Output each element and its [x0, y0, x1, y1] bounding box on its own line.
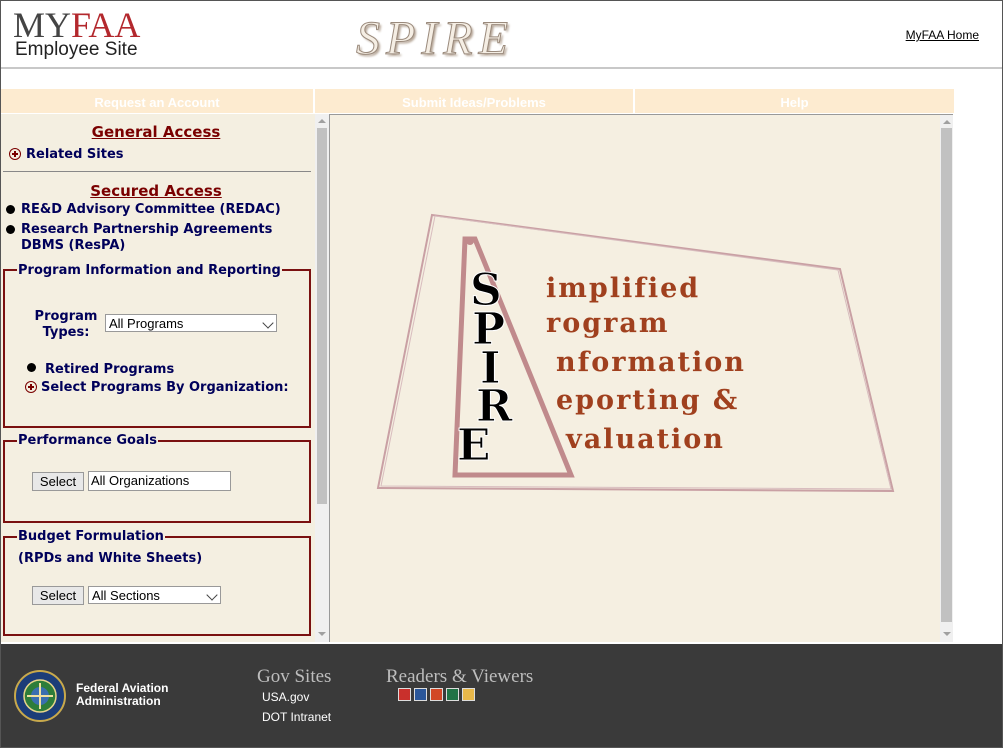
- bullet-icon: [6, 225, 15, 234]
- nav-help[interactable]: Help: [635, 89, 954, 113]
- nav-bar: Request an Account Submit Ideas/Problems…: [1, 88, 954, 113]
- letter-column-dot: [466, 237, 474, 245]
- respa-link[interactable]: Research Partnership Agreements DBMS (Re…: [21, 222, 272, 254]
- excel-icon[interactable]: [446, 688, 459, 701]
- expand-plus-icon[interactable]: [25, 381, 37, 393]
- gov-sites-heading: Gov Sites: [257, 666, 332, 687]
- select-programs-by-org-link[interactable]: Select Programs By Organization:: [41, 380, 289, 396]
- program-types-label: Program Types:: [33, 309, 99, 341]
- pdf-icon[interactable]: [398, 688, 411, 701]
- respa-link-line1: Research Partnership Agreements: [21, 222, 273, 237]
- budget-subtitle: (RPDs and White Sheets): [18, 551, 203, 566]
- performance-organization-field[interactable]: All Organizations: [88, 471, 231, 491]
- budget-formulation-legend: Budget Formulation: [17, 529, 165, 544]
- related-sites-link[interactable]: Related Sites: [26, 147, 124, 163]
- respa-link-line2: DBMS (ResPA): [21, 238, 126, 253]
- program-types-select[interactable]: All Programs: [105, 314, 277, 332]
- faa-agency-name: Federal Aviation Administration: [76, 682, 168, 708]
- spire-word: nformation: [556, 347, 746, 378]
- spire-word: valuation: [565, 424, 725, 455]
- performance-select-button[interactable]: Select: [32, 472, 84, 491]
- program-types-label-line2: Types:: [42, 325, 90, 340]
- spire-word: implified: [546, 273, 700, 304]
- program-types-value: All Programs: [109, 316, 184, 331]
- powerpoint-icon[interactable]: [430, 688, 443, 701]
- program-information-legend: Program Information and Reporting: [17, 263, 282, 278]
- performance-goals-legend: Performance Goals: [17, 433, 158, 448]
- chevron-down-icon: [206, 589, 218, 601]
- general-access-heading: General Access: [91, 123, 221, 141]
- myfaa-home-link[interactable]: MyFAA Home: [906, 28, 979, 42]
- scrollbar-thumb[interactable]: [317, 128, 327, 504]
- expand-plus-icon[interactable]: [9, 148, 21, 160]
- word-icon[interactable]: [414, 688, 427, 701]
- spire-letter: E: [457, 420, 491, 471]
- redac-link[interactable]: RE&D Advisory Committee (REDAC): [21, 202, 281, 218]
- content-pane: S P I R E implified rogram nformation ep…: [330, 115, 940, 642]
- section-divider: [3, 171, 311, 172]
- secured-access-heading: Secured Access: [90, 182, 222, 200]
- nav-request-account[interactable]: Request an Account: [1, 89, 313, 113]
- bullet-icon: [6, 205, 15, 214]
- scroll-up-arrow-icon[interactable]: [943, 120, 951, 124]
- site-header: MYFAA Employee Site SPIRE MyFAA Home: [1, 1, 1002, 67]
- viewer-icon[interactable]: [462, 688, 475, 701]
- budget-select-button[interactable]: Select: [32, 586, 84, 605]
- bullet-icon: [27, 363, 36, 372]
- scrollbar-thumb[interactable]: [941, 128, 952, 622]
- site-footer: Federal Aviation Administration Gov Site…: [1, 644, 1002, 747]
- scroll-down-arrow-icon[interactable]: [318, 632, 326, 636]
- nav-submit-ideas[interactable]: Submit Ideas/Problems: [315, 89, 633, 113]
- spire-word: eporting &: [556, 385, 739, 416]
- retired-programs-link[interactable]: Retired Programs: [45, 362, 174, 378]
- dot-intranet-link[interactable]: DOT Intranet: [262, 710, 331, 724]
- browser-frame: MYFAA Employee Site SPIRE MyFAA Home Req…: [0, 0, 1003, 748]
- program-types-label-line1: Program: [34, 309, 98, 324]
- myfaa-logo[interactable]: MYFAA: [13, 7, 140, 43]
- agency-name-line2: Administration: [76, 694, 161, 708]
- faa-seal-icon: [14, 670, 66, 722]
- program-information-group: [3, 269, 311, 428]
- readers-viewers-heading: Readers & Viewers: [386, 666, 534, 687]
- content-pane-scrollbar[interactable]: [940, 115, 953, 642]
- left-pane-scrollbar[interactable]: [315, 114, 329, 642]
- scroll-up-arrow-icon[interactable]: [318, 119, 326, 123]
- spire-acronym-graphic: S P I R E implified rogram nformation ep…: [376, 213, 895, 493]
- scroll-down-arrow-icon[interactable]: [943, 632, 951, 636]
- usa-gov-link[interactable]: USA.gov: [262, 690, 309, 704]
- header-divider: [1, 67, 1002, 69]
- left-menu-pane: General Access Related Sites Secured Acc…: [1, 114, 315, 642]
- logo-subtitle: Employee Site: [15, 39, 138, 60]
- budget-sections-value: All Sections: [92, 588, 160, 603]
- app-title: SPIRE: [356, 12, 514, 66]
- spire-word: rogram: [546, 308, 669, 339]
- chevron-down-icon: [262, 317, 274, 329]
- budget-sections-select[interactable]: All Sections: [88, 586, 221, 604]
